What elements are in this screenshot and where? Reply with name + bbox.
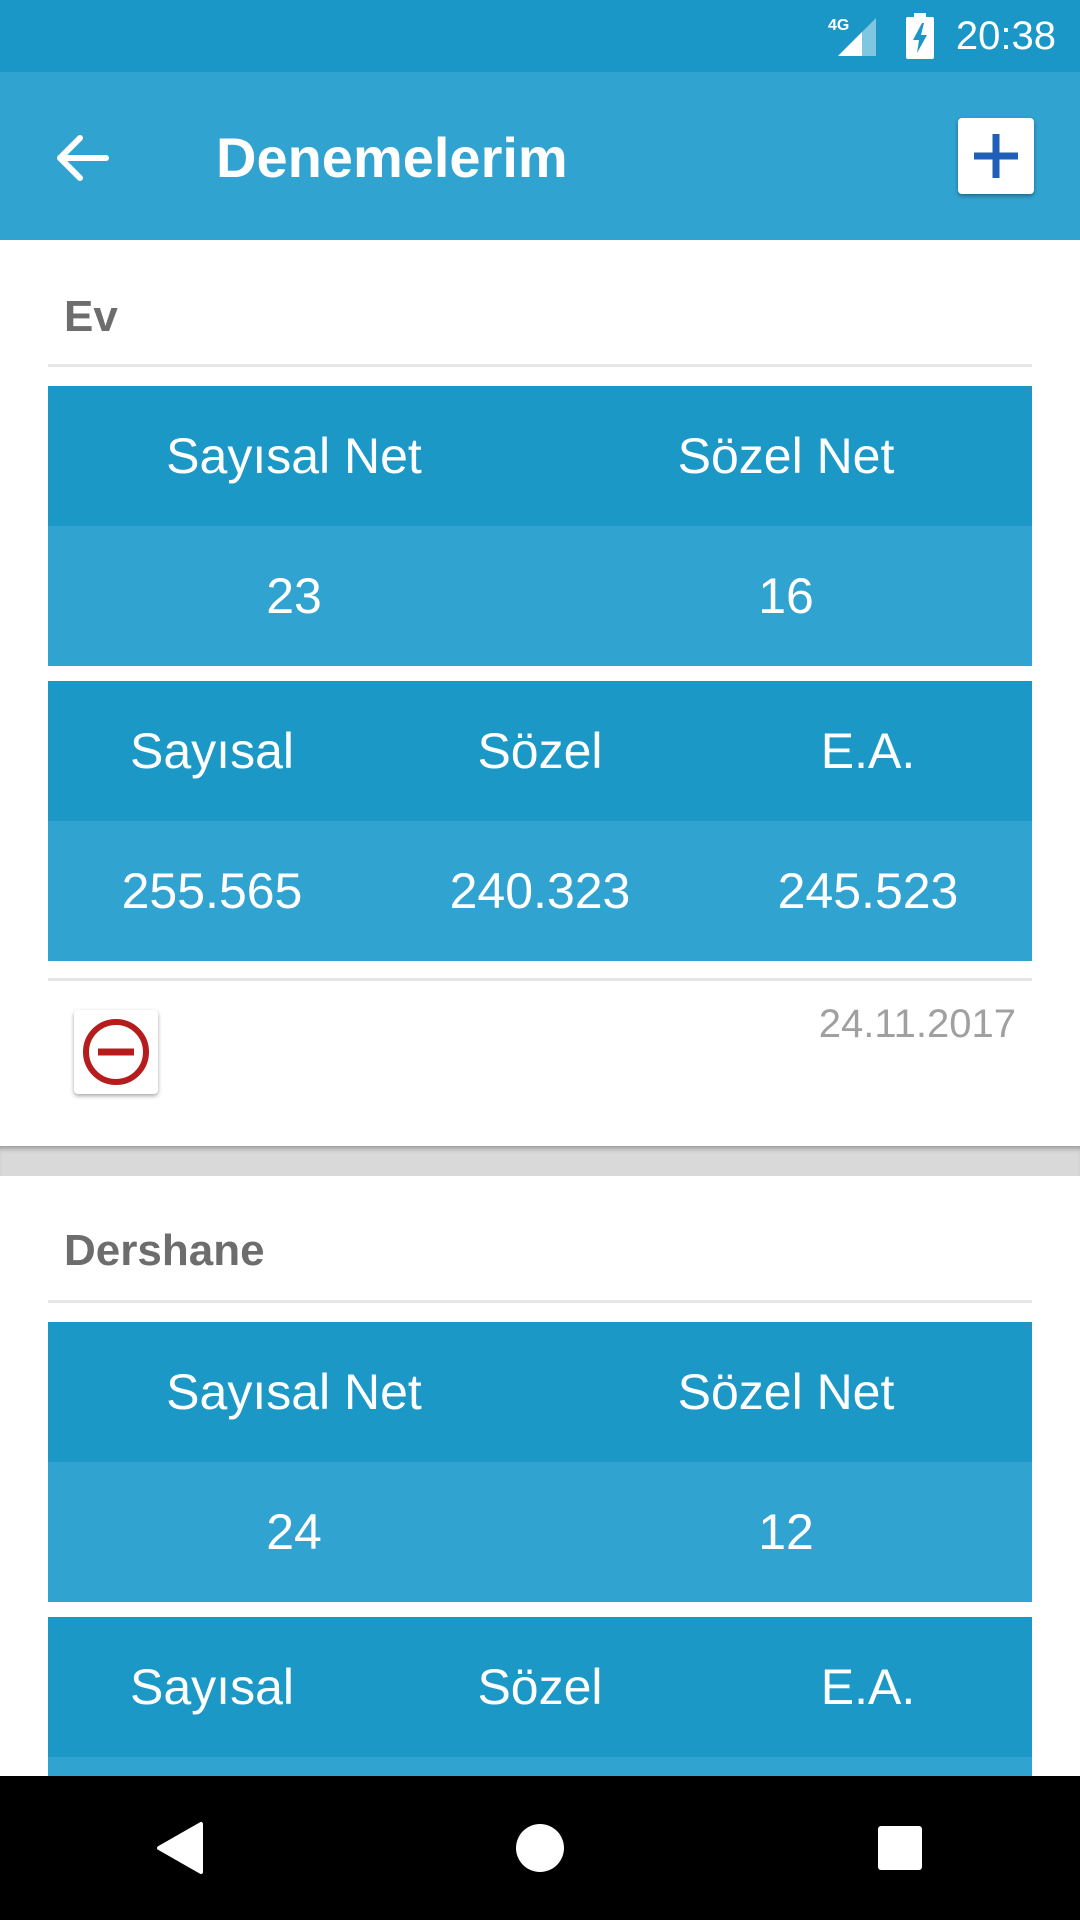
arrow-left-icon bbox=[57, 135, 109, 181]
page-title: Denemelerim bbox=[216, 126, 568, 189]
score-value-row bbox=[48, 1757, 1032, 1776]
divider bbox=[48, 978, 1032, 981]
remove-circle-icon bbox=[83, 1019, 149, 1085]
value-sayisal-net: 23 bbox=[266, 568, 322, 624]
net-header-row: Sayısal Net Sözel Net bbox=[48, 386, 1032, 526]
nav-back-button[interactable] bbox=[120, 1788, 240, 1908]
app-bar: Denemelerim bbox=[0, 72, 1080, 240]
exam-date: 24.11.2017 bbox=[818, 1002, 1016, 1046]
score-table: Sayısal Sözel E.A. bbox=[48, 1617, 1032, 1776]
exam-list[interactable]: Ev Sayısal Net Sözel Net 23 16 Sayısal S… bbox=[0, 240, 1080, 1776]
score-value-row: 255.565 240.323 245.523 bbox=[48, 821, 1032, 961]
header-sayisal: Sayısal bbox=[130, 1659, 294, 1715]
circle-home-icon bbox=[516, 1824, 564, 1872]
header-ea: E.A. bbox=[820, 723, 916, 779]
net-table: Sayısal Net Sözel Net 24 12 bbox=[48, 1322, 1032, 1602]
net-value-row: 23 16 bbox=[48, 526, 1032, 666]
header-sayisal: Sayısal bbox=[130, 723, 294, 779]
divider bbox=[48, 364, 1032, 367]
score-header-row: Sayısal Sözel E.A. bbox=[48, 681, 1032, 821]
add-exam-button[interactable] bbox=[958, 118, 1034, 194]
card-separator bbox=[0, 1146, 1080, 1176]
system-nav-bar bbox=[0, 1776, 1080, 1920]
header-sozel: Sözel bbox=[477, 1659, 603, 1715]
battery-charging-icon bbox=[905, 13, 934, 59]
net-header-row: Sayısal Net Sözel Net bbox=[48, 1322, 1032, 1462]
net-table: Sayısal Net Sözel Net 23 16 bbox=[48, 386, 1032, 666]
header-sayisal-net: Sayısal Net bbox=[166, 428, 422, 484]
value-sayisal-net: 24 bbox=[266, 1504, 322, 1560]
network-label: 4G bbox=[828, 17, 849, 34]
exam-card: Dershane Sayısal Net Sözel Net 24 12 Say… bbox=[0, 1176, 1080, 1776]
header-sozel-net: Sözel Net bbox=[677, 428, 895, 484]
triangle-back-icon bbox=[157, 1822, 203, 1874]
signal-4g-icon: 4G bbox=[828, 14, 884, 58]
net-value-row: 24 12 bbox=[48, 1462, 1032, 1602]
divider bbox=[48, 1300, 1032, 1303]
plus-icon bbox=[974, 134, 1018, 178]
score-header-row: Sayısal Sözel E.A. bbox=[48, 1617, 1032, 1757]
value-sozel: 240.323 bbox=[449, 863, 631, 919]
square-recents-icon bbox=[878, 1826, 922, 1870]
nav-recents-button[interactable] bbox=[840, 1788, 960, 1908]
exam-card: Ev Sayısal Net Sözel Net 23 16 Sayısal S… bbox=[0, 240, 1080, 1146]
header-sozel: Sözel bbox=[477, 723, 603, 779]
value-ea: 245.523 bbox=[777, 863, 959, 919]
card-title: Dershane bbox=[64, 1226, 265, 1275]
header-sozel-net: Sözel Net bbox=[677, 1364, 895, 1420]
status-time: 20:38 bbox=[955, 13, 1056, 58]
header-sayisal-net: Sayısal Net bbox=[166, 1364, 422, 1420]
nav-home-button[interactable] bbox=[480, 1788, 600, 1908]
value-sozel-net: 12 bbox=[758, 1504, 814, 1560]
score-table: Sayısal Sözel E.A. 255.565 240.323 245.5… bbox=[48, 681, 1032, 961]
value-sozel-net: 16 bbox=[758, 568, 814, 624]
back-button[interactable] bbox=[40, 116, 124, 200]
value-sayisal: 255.565 bbox=[121, 863, 303, 919]
delete-exam-button[interactable] bbox=[74, 1010, 158, 1094]
card-title: Ev bbox=[64, 292, 118, 341]
header-ea: E.A. bbox=[820, 1659, 916, 1715]
status-bar: 4G 20:38 bbox=[0, 0, 1080, 72]
